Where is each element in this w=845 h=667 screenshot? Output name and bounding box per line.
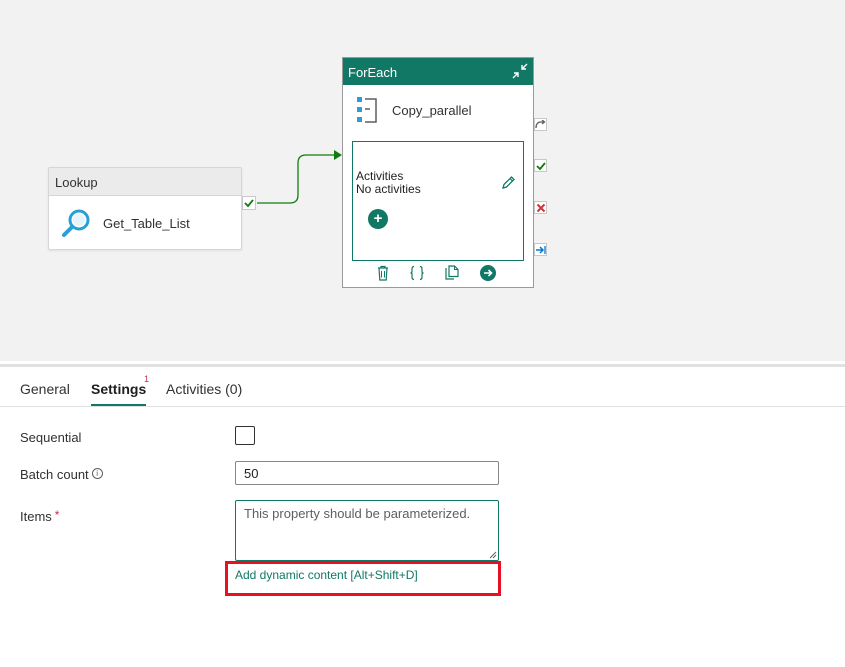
skip-arrow-icon xyxy=(535,120,546,129)
info-icon[interactable]: i xyxy=(91,468,103,479)
copy-activity-icon xyxy=(357,97,377,123)
delete-icon[interactable] xyxy=(375,265,391,281)
inner-activities-empty: No activities xyxy=(356,182,421,196)
foreach-activity-node[interactable]: ForEach Copy_parallel Activities No acti… xyxy=(342,57,534,288)
sequential-checkbox[interactable] xyxy=(235,426,255,445)
property-tabs: General Settings 1 Activities (0) xyxy=(0,367,845,407)
batch-count-input[interactable] xyxy=(235,461,499,485)
lookup-activity-node[interactable]: Lookup Get_Table_List xyxy=(48,167,242,250)
go-arrow-icon[interactable] xyxy=(480,265,496,281)
settings-error-badge: 1 xyxy=(144,374,150,384)
tab-settings[interactable]: Settings xyxy=(91,381,147,406)
tab-activities[interactable]: Activities (0) xyxy=(166,381,242,406)
foreach-activity-type: ForEach xyxy=(348,65,398,80)
resize-grip-icon[interactable] xyxy=(488,550,497,559)
items-label: Items * xyxy=(20,508,60,524)
lookup-success-port[interactable] xyxy=(242,196,256,210)
inner-activities-container[interactable]: Activities No activities + xyxy=(352,141,524,261)
items-textarea[interactable] xyxy=(235,500,499,561)
add-activity-button[interactable]: + xyxy=(368,209,388,229)
skip-port[interactable] xyxy=(534,118,547,131)
magnifier-icon xyxy=(62,209,90,237)
tab-general[interactable]: General xyxy=(20,381,70,406)
completion-port[interactable] xyxy=(534,243,547,256)
completion-arrow-icon xyxy=(536,245,546,254)
foreach-child-name: Copy_parallel xyxy=(392,102,472,118)
foreach-child-activity[interactable]: Copy_parallel xyxy=(343,85,533,135)
check-icon xyxy=(535,161,546,170)
add-dynamic-content-link[interactable]: Add dynamic content [Alt+Shift+D] xyxy=(235,568,418,582)
lookup-activity-name: Get_Table_List xyxy=(103,215,190,231)
required-marker: * xyxy=(54,508,60,522)
check-icon xyxy=(244,199,254,208)
success-port[interactable] xyxy=(534,159,547,172)
sequential-label: Sequential xyxy=(20,430,82,445)
pipeline-canvas[interactable]: Lookup Get_Table_List ForEach Copy_paral… xyxy=(0,0,845,361)
failure-port[interactable] xyxy=(534,201,547,214)
lookup-activity-type: Lookup xyxy=(49,168,241,196)
pencil-icon[interactable] xyxy=(500,175,516,191)
batch-count-label: Batch count i xyxy=(20,467,103,482)
copy-icon[interactable] xyxy=(444,265,460,281)
x-icon xyxy=(536,203,545,212)
code-braces-icon[interactable] xyxy=(409,265,425,281)
collapse-icon[interactable] xyxy=(511,62,529,80)
